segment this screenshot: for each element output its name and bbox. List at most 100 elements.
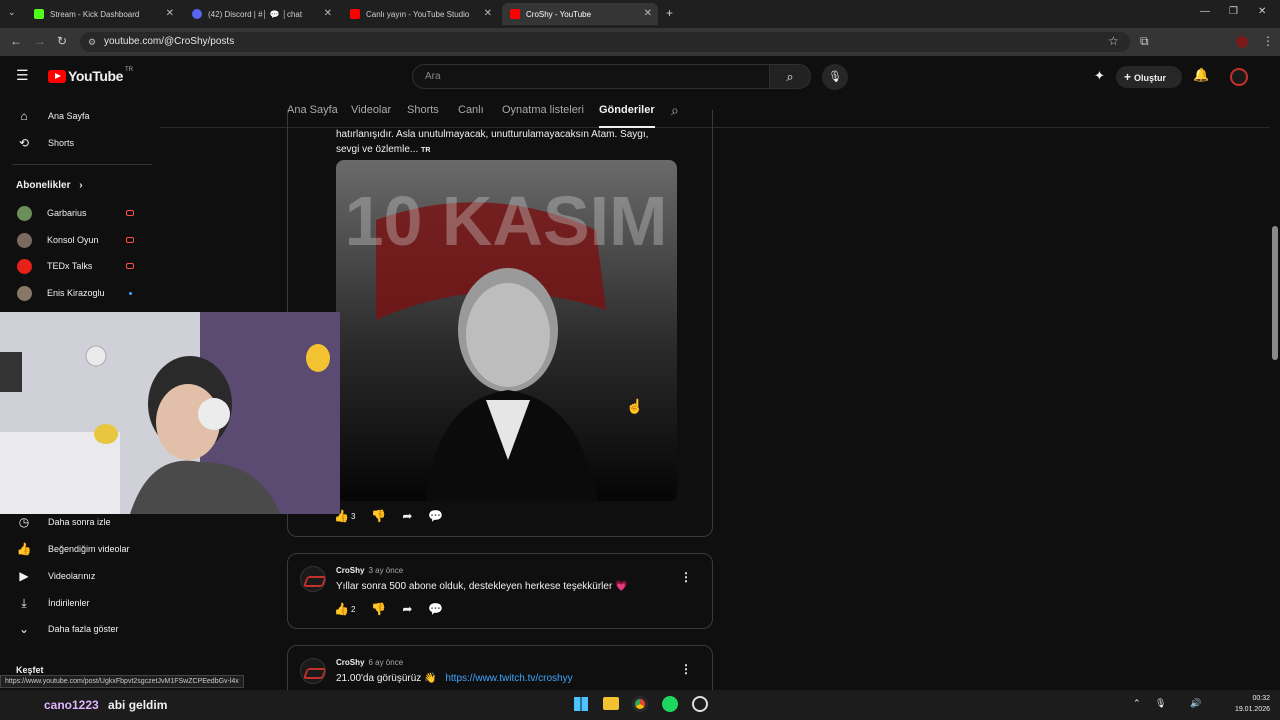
- scrollbar-thumb[interactable]: [1272, 226, 1278, 360]
- close-icon[interactable]: ✕: [644, 8, 652, 19]
- url-field[interactable]: ⚙ youtube.com/@CroShy/posts: [80, 32, 1130, 52]
- more-options-icon[interactable]: ⋮: [680, 570, 692, 584]
- sidebar-item-tedx-talks[interactable]: TEDx Talks: [0, 253, 152, 279]
- sidebar-item-label: TEDx Talks: [47, 261, 93, 271]
- search-input[interactable]: Ara: [412, 64, 770, 89]
- minimize-icon[interactable]: —: [1200, 6, 1210, 17]
- post-time[interactable]: 6 ay önce: [368, 658, 403, 667]
- file-explorer-icon[interactable]: [603, 697, 619, 710]
- sidebar-item-label: Beğendiğim videolar: [48, 544, 130, 554]
- avatar: [17, 258, 32, 274]
- author-name[interactable]: CroShy: [336, 566, 364, 575]
- channel-avatar[interactable]: [300, 566, 326, 592]
- studio-icon[interactable]: ✦: [1094, 68, 1105, 84]
- more-options-icon[interactable]: ⋮: [680, 662, 692, 676]
- close-icon[interactable]: ✕: [484, 8, 492, 19]
- live-icon: [126, 210, 134, 216]
- tab-title: Canlı yayın - YouTube Studio: [366, 9, 470, 19]
- voice-search-button[interactable]: 🎙: [822, 64, 848, 90]
- site-info-icon[interactable]: ⚙: [88, 32, 96, 52]
- region-code: TR: [125, 67, 134, 73]
- bookmark-star-icon[interactable]: ☆: [1108, 34, 1119, 48]
- tray-chevron-up-icon[interactable]: ⌃: [1133, 698, 1141, 709]
- image-caption: 10 KASIM: [345, 182, 668, 260]
- notifications-bell-icon[interactable]: 🔔: [1193, 67, 1209, 83]
- sidebar-item-label: Daha fazla göster: [48, 624, 119, 634]
- volume-icon[interactable]: 🔊: [1190, 698, 1201, 709]
- post-time[interactable]: 3 ay önce: [368, 566, 403, 575]
- chrome-icon[interactable]: [632, 696, 648, 712]
- post-text: Yıllar sonra 500 abone olduk, destekleye…: [336, 581, 628, 592]
- forward-icon[interactable]: →: [34, 34, 46, 48]
- sidebar-item-enis-kirazoglu[interactable]: Enis Kirazoglu: [0, 280, 152, 306]
- hamburger-menu-icon[interactable]: ☰: [16, 67, 29, 84]
- sidebar-item-your-videos[interactable]: ▶ Videolarınız: [0, 563, 152, 589]
- windows-taskbar: cano1223 abi geldim ⌃ 🎙 🔊 00:32 19.01.20…: [0, 690, 1280, 720]
- channel-avatar[interactable]: [300, 658, 326, 684]
- account-avatar[interactable]: [1230, 68, 1248, 86]
- windows-start-icon[interactable]: [574, 697, 588, 711]
- page-scrollbar[interactable]: [1270, 56, 1280, 690]
- subscriptions-header[interactable]: Abonelikler ›: [16, 180, 83, 191]
- close-window-icon[interactable]: ✕: [1258, 6, 1266, 17]
- dislike-icon[interactable]: 👎: [371, 509, 386, 523]
- tab-title: (42) Discord | #│ 💬 │chat | …: [208, 9, 303, 19]
- comment-icon[interactable]: 💬: [428, 509, 443, 523]
- live-icon: [126, 237, 134, 243]
- youtube-logo[interactable]: YouTube TR: [48, 67, 134, 84]
- author-name[interactable]: CroShy: [336, 658, 364, 667]
- sidebar-item-garbarius[interactable]: Garbarius: [0, 200, 152, 226]
- ataturk-portrait-image: 10 KASIM: [336, 160, 677, 501]
- share-icon[interactable]: ➦: [402, 509, 412, 523]
- sidebar-item-home[interactable]: ⌂ Ana Sayfa: [0, 103, 152, 129]
- chat-overlay: cano1223 abi geldim: [44, 698, 167, 712]
- create-button[interactable]: + Oluştur: [1116, 66, 1182, 88]
- sidebar-item-downloads[interactable]: ⤓ İndirilenler: [0, 590, 152, 616]
- sidebar-item-shorts[interactable]: ⟲ Shorts: [0, 130, 152, 156]
- address-bar-row: ← → ↻ ⚙ youtube.com/@CroShy/posts ☆ ⧉ ⋮: [0, 28, 1280, 56]
- new-content-dot: [129, 291, 132, 295]
- close-icon[interactable]: ✕: [166, 8, 174, 19]
- tab-title: CroShy - YouTube: [526, 9, 592, 19]
- chat-message: abi geldim: [108, 698, 168, 712]
- spotify-icon[interactable]: [662, 696, 678, 712]
- like-icon[interactable]: 👍: [334, 602, 349, 616]
- comment-icon[interactable]: 💬: [428, 602, 443, 616]
- post-text-line: hatırlanışıdır. Asla unutulmayacak, unut…: [336, 129, 649, 140]
- youtube-header: ☰ YouTube TR Ara ⌕ 🎙 ✦ + Oluştur 🔔: [0, 56, 1270, 96]
- translate-badge[interactable]: TR: [421, 147, 430, 154]
- reload-icon[interactable]: ↻: [57, 34, 67, 48]
- mic-icon: 🎙: [828, 71, 842, 83]
- browser-tab-kick[interactable]: Stream - Kick Dashboard ✕: [26, 3, 180, 25]
- back-icon[interactable]: ←: [10, 34, 22, 48]
- post-image[interactable]: 10 KASIM: [336, 160, 677, 501]
- profile-avatar[interactable]: [1236, 36, 1248, 48]
- link-preview: https://www.youtube.com/post/UgkxFbpvt2s…: [0, 675, 244, 688]
- dislike-icon[interactable]: 👎: [371, 602, 386, 616]
- download-icon: ⤓: [21, 595, 27, 610]
- browser-tab-discord[interactable]: (42) Discord | #│ 💬 │chat | … ✕: [184, 3, 338, 25]
- create-label: Oluştur: [1134, 73, 1167, 83]
- browser-tab-studio[interactable]: Canlı yayın - YouTube Studio ✕: [342, 3, 498, 25]
- tab-list-icon[interactable]: ⌄: [8, 7, 16, 18]
- post-card: CroShy 3 ay önce ⋮ Yıllar sonra 500 abone…: [287, 553, 713, 629]
- share-icon[interactable]: ➦: [402, 602, 412, 616]
- sidebar-item-label: İndirilenler: [48, 598, 90, 608]
- plus-icon: +: [1124, 70, 1132, 84]
- sidebar-item-konsol-oyun[interactable]: Konsol Oyun: [0, 227, 152, 253]
- youtube-play-icon: [48, 69, 66, 83]
- extensions-icon[interactable]: ⧉: [1140, 34, 1149, 49]
- sidebar-item-show-more[interactable]: ⌄ Daha fazla göster: [0, 616, 152, 642]
- menu-kebab-icon[interactable]: ⋮: [1262, 34, 1274, 48]
- mic-tray-icon[interactable]: 🎙: [1155, 698, 1166, 709]
- sidebar-item-liked-videos[interactable]: 👍 Beğendiğim videolar: [0, 536, 152, 562]
- clock[interactable]: 00:32 19.01.2026: [1235, 693, 1270, 715]
- search-icon: ⌕: [786, 69, 794, 84]
- obs-icon[interactable]: [692, 696, 708, 712]
- new-tab-icon[interactable]: +: [666, 6, 673, 20]
- restore-icon[interactable]: ❐: [1229, 6, 1238, 17]
- post-link[interactable]: https://www.twitch.tv/croshyy: [445, 673, 572, 684]
- close-icon[interactable]: ✕: [324, 8, 332, 19]
- browser-tab-croshy[interactable]: CroShy - YouTube ✕: [502, 3, 658, 25]
- search-button[interactable]: ⌕: [769, 64, 811, 89]
